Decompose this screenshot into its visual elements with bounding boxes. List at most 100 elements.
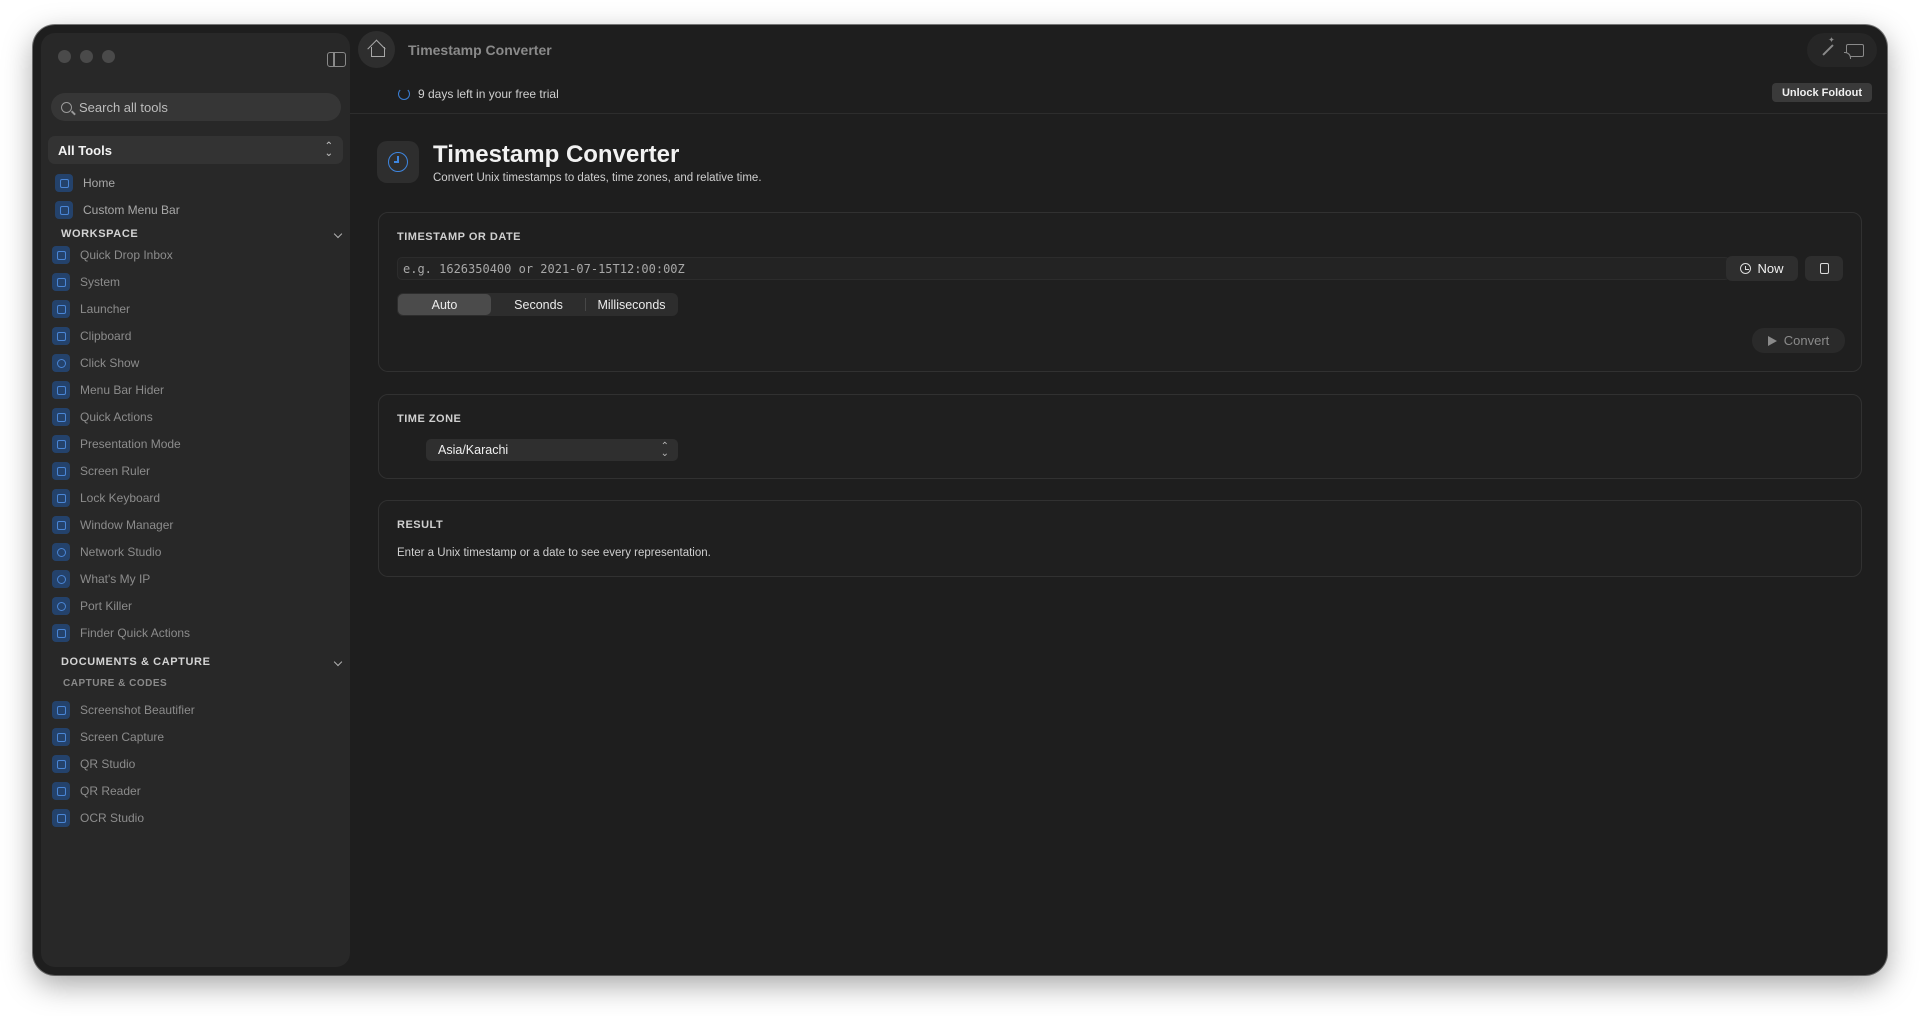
sidebar-item-ocr-studio[interactable]: OCR Studio: [52, 803, 332, 833]
unit-seconds[interactable]: Seconds: [492, 293, 585, 316]
sidebar-item-clipboard[interactable]: Clipboard: [52, 321, 332, 351]
sidebar-item-screen-capture[interactable]: Screen Capture: [52, 722, 332, 752]
sidebar-item-window-manager[interactable]: Window Manager: [52, 510, 332, 540]
sidebar-item-qr-reader[interactable]: QR Reader: [52, 776, 332, 806]
timezone-select[interactable]: Asia/Karachi ⌃ ⌄: [426, 439, 678, 461]
convert-button[interactable]: Convert: [1752, 328, 1845, 353]
sidebar: All Tools ⌃⌄ Home Custom Menu Bar WORKSP…: [41, 33, 350, 967]
screen-cast-icon[interactable]: [1843, 43, 1864, 59]
home-icon: [55, 174, 73, 192]
sidebar-item-label: Finder Quick Actions: [80, 626, 191, 640]
now-button[interactable]: Now: [1726, 256, 1798, 281]
sidebar-item-custom-menu-bar[interactable]: Custom Menu Bar: [55, 195, 335, 225]
toolbar-actions: [1807, 33, 1877, 67]
qr-reader-icon: [52, 782, 70, 800]
sidebar-item-quick-drop-inbox[interactable]: Quick Drop Inbox: [52, 240, 332, 270]
presentation-icon: [52, 435, 70, 453]
globe-icon: [52, 570, 70, 588]
chevron-down-icon: [333, 229, 343, 239]
sidebar-item-label: Home: [83, 176, 116, 190]
ruler-icon: [52, 462, 70, 480]
sidebar-item-whats-my-ip[interactable]: What's My IP: [52, 564, 332, 594]
sidebar-item-label: Presentation Mode: [80, 437, 181, 451]
search-icon: [61, 101, 72, 113]
clipboard-icon: [52, 327, 70, 345]
sidebar-item-label: Custom Menu Bar: [83, 203, 180, 217]
sidebar-item-label: Clipboard: [80, 329, 132, 343]
home-button[interactable]: [358, 31, 395, 68]
copy-button[interactable]: [1805, 256, 1843, 281]
sidebar-item-label: Window Manager: [80, 518, 174, 532]
result-card: RESULT Enter a Unix timestamp or a date …: [378, 500, 1862, 577]
sidebar-item-label: Quick Actions: [80, 410, 153, 424]
sidebar-item-label: Port Killer: [80, 599, 133, 613]
zoom-window-button[interactable]: [102, 50, 115, 63]
unit-milliseconds[interactable]: Milliseconds: [585, 293, 678, 316]
sidebar-item-label: Launcher: [80, 302, 131, 316]
trial-banner: 9 days left in your free trial Unlock Fo…: [350, 73, 1887, 114]
menubar-hider-icon: [52, 381, 70, 399]
sidebar-item-launcher[interactable]: Launcher: [52, 294, 332, 324]
section-title: DOCUMENTS & CAPTURE: [61, 656, 211, 668]
section-documents-capture[interactable]: DOCUMENTS & CAPTURE: [61, 656, 346, 668]
page-title: Timestamp Converter: [433, 141, 680, 168]
port-icon: [52, 597, 70, 615]
timestamp-input[interactable]: [397, 257, 1730, 280]
section-title: WORKSPACE: [61, 228, 139, 240]
window-title: Timestamp Converter: [408, 42, 552, 58]
unlock-button[interactable]: Unlock Foldout: [1771, 83, 1872, 102]
window-controls: [58, 50, 115, 63]
sidebar-item-label: QR Studio: [80, 757, 136, 771]
chevron-up-down-icon: ⌃ ⌄: [660, 441, 669, 459]
timezone-card: TIME ZONE Asia/Karachi ⌃ ⌄: [378, 394, 1862, 479]
quick-actions-icon: [52, 408, 70, 426]
sidebar-item-quick-actions[interactable]: Quick Actions: [52, 402, 332, 432]
tools-filter-select[interactable]: All Tools ⌃ ⌄: [48, 136, 343, 164]
minimize-window-button[interactable]: [80, 50, 93, 63]
subsection-capture-codes: CAPTURE & CODES: [63, 678, 168, 689]
system-icon: [52, 273, 70, 291]
section-workspace[interactable]: WORKSPACE: [61, 228, 346, 240]
now-label: Now: [1757, 261, 1784, 276]
unit-auto[interactable]: Auto: [398, 294, 491, 315]
convert-label: Convert: [1783, 333, 1830, 348]
capture-icon: [52, 728, 70, 746]
qr-icon: [52, 755, 70, 773]
sidebar-item-menu-bar-hider[interactable]: Menu Bar Hider: [52, 375, 332, 405]
sidebar-item-label: OCR Studio: [80, 811, 145, 825]
sidebar-item-finder-quick-actions[interactable]: Finder Quick Actions: [52, 618, 332, 648]
timestamp-label: TIMESTAMP OR DATE: [397, 231, 521, 243]
sidebar-item-home[interactable]: Home: [55, 168, 335, 198]
search-input[interactable]: [79, 99, 319, 115]
sidebar-item-port-killer[interactable]: Port Killer: [52, 591, 332, 621]
sidebar-item-click-show[interactable]: Click Show: [52, 348, 332, 378]
sidebar-item-network-studio[interactable]: Network Studio: [52, 537, 332, 567]
sidebar-item-system[interactable]: System: [52, 267, 332, 297]
home-icon: [369, 43, 385, 57]
sidebar-item-label: Menu Bar Hider: [80, 383, 165, 397]
play-icon: [1767, 335, 1777, 346]
timezone-value: Asia/Karachi: [438, 443, 509, 457]
search-field[interactable]: [51, 93, 341, 121]
tool-icon: [377, 141, 419, 183]
sidebar-item-screen-ruler[interactable]: Screen Ruler: [52, 456, 332, 486]
command-icon: [52, 300, 70, 318]
magic-wand-icon[interactable]: [1821, 44, 1834, 56]
page-subtitle: Convert Unix timestamps to dates, time z…: [433, 172, 762, 184]
sidebar-toggle-icon[interactable]: [327, 52, 346, 67]
chevron-up-down-icon: ⌃ ⌄: [324, 141, 333, 159]
trial-timer-icon: [398, 88, 410, 100]
close-window-button[interactable]: [58, 50, 71, 63]
sidebar-item-label: Screen Ruler: [80, 464, 151, 478]
sidebar-item-label: Quick Drop Inbox: [80, 248, 173, 262]
sidebar-item-presentation-mode[interactable]: Presentation Mode: [52, 429, 332, 459]
finder-icon: [52, 624, 70, 642]
history-clock-icon: [1740, 263, 1752, 274]
sidebar-item-lock-keyboard[interactable]: Lock Keyboard: [52, 483, 332, 513]
sidebar-item-label: Network Studio: [80, 545, 162, 559]
sidebar-item-label: What's My IP: [80, 572, 151, 586]
click-icon: [52, 354, 70, 372]
sidebar-item-qr-studio[interactable]: QR Studio: [52, 749, 332, 779]
tools-filter-value: All Tools: [58, 142, 112, 158]
sidebar-item-screenshot-beautifier[interactable]: Screenshot Beautifier: [52, 695, 332, 725]
